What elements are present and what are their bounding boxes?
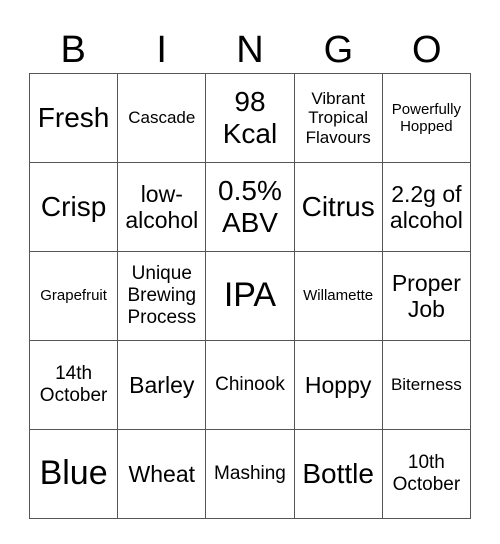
board-row: 14th October Barley Chinook Hoppy Biterness	[28, 340, 472, 430]
bingo-cell[interactable]: Grapefruit	[28, 251, 119, 341]
bingo-cell[interactable]: Mashing	[205, 429, 295, 519]
bingo-cell[interactable]: Unique Brewing Process	[117, 251, 207, 341]
bingo-cell[interactable]: Biterness	[381, 340, 472, 430]
header-letter-o: O	[412, 29, 442, 71]
bingo-cell[interactable]: Willamette	[293, 251, 383, 341]
bingo-cell[interactable]: 2.2g of alcohol	[381, 162, 472, 252]
bingo-cell[interactable]: Powerfully Hopped	[381, 73, 472, 163]
bingo-cell[interactable]: Hoppy	[293, 340, 383, 430]
bingo-cell[interactable]: 0.5% ABV	[205, 162, 295, 252]
bingo-cell[interactable]: Crisp	[28, 162, 119, 252]
bingo-cell[interactable]: Barley	[117, 340, 207, 430]
header-letter-b: B	[60, 29, 86, 71]
bingo-cell[interactable]: Cascade	[117, 73, 207, 163]
bingo-cell[interactable]: Blue	[28, 429, 119, 519]
bingo-cell[interactable]: Chinook	[205, 340, 295, 430]
bingo-cell[interactable]: Wheat	[117, 429, 207, 519]
bingo-cell[interactable]: Vibrant Tropical Flavours	[293, 73, 383, 163]
header-letter-n: N	[236, 29, 264, 71]
bingo-cell[interactable]: Bottle	[293, 429, 383, 519]
bingo-cell[interactable]: 14th October	[28, 340, 119, 430]
bingo-cell[interactable]: Citrus	[293, 162, 383, 252]
board-row: Blue Wheat Mashing Bottle 10th October	[28, 429, 472, 519]
header-letter-g: G	[323, 29, 354, 71]
bingo-board: Fresh Cascade 98 Kcal Vibrant Tropical Flav…	[28, 73, 472, 519]
bingo-cell[interactable]: Fresh	[28, 73, 119, 163]
bingo-cell[interactable]: 98 Kcal	[205, 73, 295, 163]
bingo-header: B I N G O	[29, 28, 471, 72]
bingo-cell[interactable]: low-alcohol	[117, 162, 207, 252]
bingo-cell[interactable]: Proper Job	[381, 251, 472, 341]
bingo-cell[interactable]: 10th October	[381, 429, 472, 519]
bingo-cell[interactable]: IPA	[205, 251, 295, 341]
board-row: Crisp low-alcohol 0.5% ABV Citrus 2.2g of al…	[28, 162, 472, 252]
board-row: Grapefruit Unique Brewing Process IPA Willa…	[28, 251, 472, 341]
header-letter-i: I	[156, 29, 167, 71]
board-row: Fresh Cascade 98 Kcal Vibrant Tropical Flav…	[28, 73, 472, 163]
